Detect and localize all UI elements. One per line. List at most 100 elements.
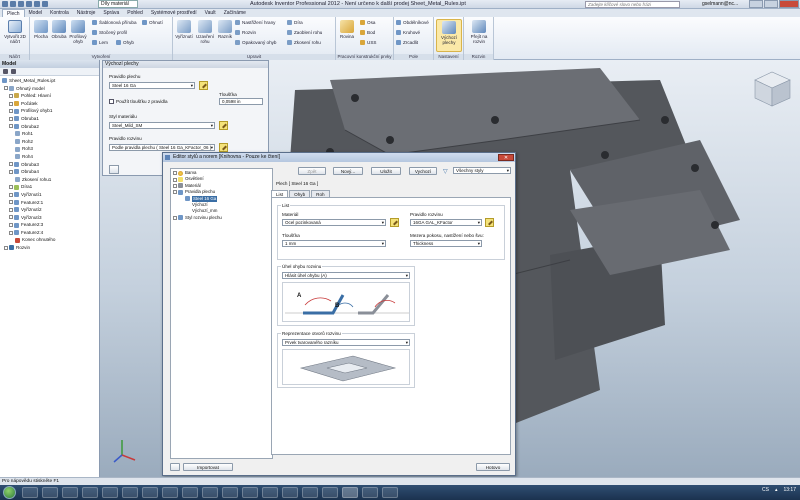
edit-material-pencil-icon[interactable]	[219, 121, 228, 130]
unfold-rule-select[interactable]: Podle pravidla plechu ( Steel 16 Ga_KFac…	[109, 144, 215, 151]
sheet-metal-defaults-button[interactable]: Výchozí plechy	[436, 19, 462, 52]
create-2d-sketch-button[interactable]: Vytvořit 2D náčrt	[2, 20, 28, 44]
edit-unfold-rule-pencil-icon[interactable]	[485, 218, 494, 227]
style-filter-select[interactable]: Všechny styly	[453, 167, 511, 174]
browser-header[interactable]: Model	[0, 60, 99, 68]
find-icon[interactable]	[11, 69, 16, 74]
tree-node[interactable]: Obruba1	[0, 115, 99, 123]
expand-icon[interactable]	[173, 177, 177, 182]
expand-icon[interactable]	[9, 192, 13, 197]
circular-pattern-button[interactable]: Kruhové	[396, 30, 420, 35]
ucs-button[interactable]: USS	[360, 40, 376, 45]
tab-corner[interactable]: Roh	[311, 190, 330, 197]
minimize-button[interactable]	[749, 0, 763, 8]
inventor-logo-icon[interactable]	[2, 1, 8, 7]
expand-icon[interactable]	[9, 116, 13, 121]
expand-icon[interactable]	[173, 215, 177, 220]
tree-node[interactable]: Díra1	[0, 183, 99, 191]
style-tree-node[interactable]: Styl rozvinu plechu	[171, 215, 272, 221]
bend-angle-select[interactable]: Hlásit úhel ohybu (A)	[282, 272, 410, 279]
tree-node[interactable]: Obruba4	[0, 168, 99, 176]
taskbar-app-icon[interactable]	[182, 487, 198, 498]
thickness-input[interactable]: 0,0598 in	[219, 98, 263, 105]
gap-select[interactable]: Thickness	[410, 240, 482, 247]
collapse-icon[interactable]	[173, 190, 177, 195]
tab-get-started[interactable]: Začínáme	[220, 9, 250, 17]
import-button[interactable]: Importovat	[183, 463, 233, 471]
hole-button[interactable]: Díra	[287, 20, 303, 25]
view-cube[interactable]	[754, 71, 791, 107]
expand-icon[interactable]	[173, 183, 177, 188]
taskbar-app-icon[interactable]	[382, 487, 398, 498]
redo-icon[interactable]	[42, 1, 48, 7]
go-to-flat-button[interactable]: Přejít na rozvin	[466, 20, 492, 44]
new-style-button[interactable]: Nový...	[333, 167, 363, 175]
taskbar-app-icon[interactable]	[242, 487, 258, 498]
tab-view[interactable]: Pohled	[123, 9, 147, 17]
help-button[interactable]	[170, 463, 180, 471]
expand-icon[interactable]	[9, 185, 13, 190]
user-name[interactable]: gselmann@nc...	[702, 1, 738, 7]
expand-icon[interactable]	[9, 230, 13, 235]
help-search-input[interactable]: Zadejte klíčové slovo nebo frázi	[585, 1, 680, 8]
punch-representation-select[interactable]: Prvek tvarovaného razníku	[282, 339, 410, 346]
rectangular-pattern-button[interactable]: Obdélníkové	[396, 20, 429, 25]
corner-round-button[interactable]: Uzavření rohu	[195, 20, 215, 44]
expand-icon[interactable]	[173, 171, 177, 176]
save-style-button[interactable]: Uložit	[371, 167, 401, 175]
taskbar-excel-icon[interactable]	[142, 487, 158, 498]
taskbar-app-icon[interactable]	[222, 487, 238, 498]
edit-material-pencil-icon[interactable]	[390, 218, 399, 227]
thickness-select[interactable]: 1 mm	[282, 240, 386, 247]
taskbar-inventor-icon[interactable]	[342, 487, 358, 498]
tree-node[interactable]: Sheet_Metal_Rules.ipt	[0, 77, 99, 85]
expand-icon[interactable]	[9, 109, 13, 114]
open-file-icon[interactable]	[18, 1, 24, 7]
cut-button[interactable]: Vyříznutí	[174, 20, 194, 39]
taskbar-media-icon[interactable]	[42, 487, 58, 498]
tree-node[interactable]: Vyříznutí2	[0, 206, 99, 214]
tree-node[interactable]: Rozvin	[0, 244, 99, 252]
start-button[interactable]	[3, 486, 16, 499]
punch-button[interactable]: Razník	[216, 20, 234, 39]
tree-node[interactable]: Vyříznutí1	[0, 191, 99, 199]
close-window-button[interactable]	[779, 0, 799, 8]
repeat-bend-button[interactable]: Opakovaný ohyb	[235, 40, 276, 45]
reset-style-button[interactable]: Vychozí	[409, 167, 437, 175]
taskbar-app-icon[interactable]	[282, 487, 298, 498]
taskbar-app-icon[interactable]	[362, 487, 378, 498]
chamfer-button[interactable]: Zkosení rohu	[287, 40, 321, 45]
material-select[interactable]: Ocel pozinkovaná	[282, 219, 386, 226]
material-style-select[interactable]: Steel_Mild_SM	[109, 122, 215, 129]
expand-icon[interactable]	[9, 162, 13, 167]
tree-node[interactable]: Vyříznutí3	[0, 214, 99, 222]
tab-model[interactable]: Model	[25, 9, 47, 17]
undo-icon[interactable]	[34, 1, 40, 7]
tree-node[interactable]: Roh3	[0, 145, 99, 153]
expand-icon[interactable]	[9, 223, 13, 228]
tab-bend[interactable]: Ohyb	[289, 190, 311, 197]
tree-node[interactable]: Feature2:3	[0, 221, 99, 229]
expand-icon[interactable]	[4, 245, 8, 250]
corner-seam-button[interactable]: Nastřižení hrany	[235, 20, 275, 25]
tab-inspect[interactable]: Kontrola	[46, 9, 73, 17]
taskbar-app-icon[interactable]	[202, 487, 218, 498]
tree-node[interactable]: Pohled: Hlavní	[0, 92, 99, 100]
axis-button[interactable]: Osa	[360, 20, 375, 25]
expand-icon[interactable]	[9, 215, 13, 220]
tab-manage[interactable]: Správa	[99, 9, 123, 17]
tab-vault[interactable]: Vault	[201, 9, 220, 17]
tree-node[interactable]: Obruba3	[0, 161, 99, 169]
tree-node[interactable]: Obruba2	[0, 123, 99, 131]
tree-node[interactable]: Ohnutý model	[0, 85, 99, 93]
contour-flange-button[interactable]: Obruba	[50, 20, 68, 39]
taskbar-app-icon[interactable]	[102, 487, 118, 498]
tree-node[interactable]: Profilový ohyb1	[0, 107, 99, 115]
expand-icon[interactable]	[4, 86, 8, 91]
clock[interactable]: 13:17	[783, 487, 796, 493]
flange-button[interactable]: Lem	[92, 40, 108, 45]
expand-icon[interactable]	[9, 169, 13, 174]
edit-unfold-rule-pencil-icon[interactable]	[219, 143, 228, 152]
tray-icons[interactable]: ▴	[775, 487, 778, 493]
expand-icon[interactable]	[9, 101, 13, 106]
